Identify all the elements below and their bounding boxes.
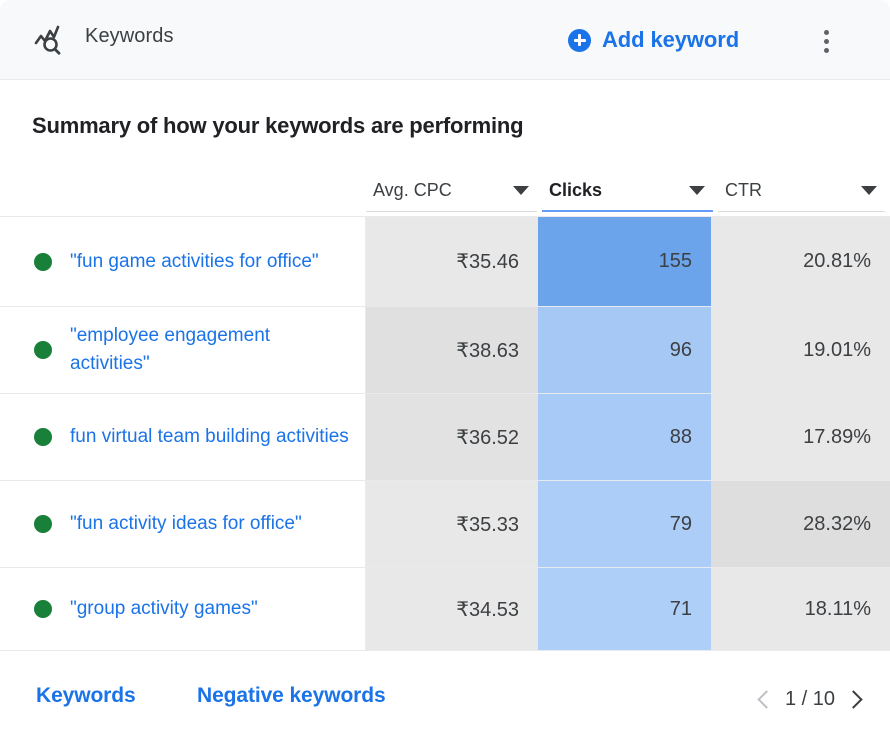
cell-avg-cpc: ₹38.63 <box>366 307 538 393</box>
column-header-avg-cpc-label: Avg. CPC <box>373 180 452 200</box>
cell-avg-cpc: ₹36.52 <box>366 394 538 480</box>
more-vert-icon[interactable] <box>817 22 835 60</box>
status-dot-icon <box>34 515 52 533</box>
status-dot-icon <box>34 428 52 446</box>
pagination: 1 / 10 <box>754 681 866 717</box>
keyword-link[interactable]: "employee engagement activities" <box>70 322 351 378</box>
keyword-link[interactable]: "group activity games" <box>70 595 258 623</box>
cell-ctr: 19.01% <box>711 307 890 393</box>
summary-title: Summary of how your keywords are perform… <box>32 113 524 138</box>
footer-link-negative-keywords[interactable]: Negative keywords <box>197 684 386 708</box>
cell-avg-cpc: ₹35.33 <box>366 481 538 567</box>
chevron-left-icon[interactable] <box>754 686 776 712</box>
keyword-insights-icon <box>30 21 68 59</box>
cell-avg-cpc: ₹34.53 <box>366 568 538 650</box>
cell-clicks: 88 <box>538 394 711 480</box>
status-dot-icon <box>34 341 52 359</box>
table-row: "fun activity ideas for office" ₹35.33 7… <box>0 480 890 567</box>
keywords-summary-card: Keywords Add keyword Summary of how your… <box>0 0 890 750</box>
add-keyword-label: Add keyword <box>602 27 740 52</box>
keyword-cell[interactable]: "fun activity ideas for office" <box>0 481 366 567</box>
keyword-cell[interactable]: "employee engagement activities" <box>0 307 366 393</box>
card-footer: Keywords Negative keywords 1 / 10 <box>0 650 890 750</box>
status-dot-icon <box>34 600 52 618</box>
cell-ctr: 17.89% <box>711 394 890 480</box>
chevron-down-icon <box>689 185 705 195</box>
table-row: "fun game activities for office" ₹35.46 … <box>0 216 890 306</box>
cell-ctr: 28.32% <box>711 481 890 567</box>
table-row: "employee engagement activities" ₹38.63 … <box>0 306 890 393</box>
add-keyword-button[interactable]: Add keyword <box>568 22 739 58</box>
keyword-link[interactable]: fun virtual team building activities <box>70 423 349 451</box>
keywords-table: "fun game activities for office" ₹35.46 … <box>0 216 890 650</box>
card-header: Keywords Add keyword <box>0 0 890 80</box>
keyword-cell[interactable]: fun virtual team building activities <box>0 394 366 480</box>
status-dot-icon <box>34 252 52 271</box>
keyword-link[interactable]: "fun game activities for office" <box>70 248 319 276</box>
column-header-clicks[interactable]: Clicks <box>542 170 713 212</box>
keyword-cell[interactable]: "fun game activities for office" <box>0 217 366 306</box>
cell-clicks: 79 <box>538 481 711 567</box>
page-title: Keywords <box>85 25 174 47</box>
column-header-ctr[interactable]: CTR <box>718 170 885 212</box>
plus-circle-icon <box>568 28 591 52</box>
column-header-avg-cpc[interactable]: Avg. CPC <box>366 170 537 212</box>
cell-clicks: 96 <box>538 307 711 393</box>
keyword-cell[interactable]: "group activity games" <box>0 568 366 650</box>
table-row: fun virtual team building activities ₹36… <box>0 393 890 480</box>
footer-link-keywords[interactable]: Keywords <box>36 684 136 708</box>
column-header-clicks-label: Clicks <box>549 179 603 200</box>
cell-ctr: 18.11% <box>711 568 890 650</box>
pagination-label: 1 / 10 <box>784 687 835 710</box>
chevron-down-icon <box>861 186 877 195</box>
cell-ctr: 20.81% <box>711 217 890 306</box>
chevron-down-icon <box>513 186 529 195</box>
cell-clicks: 155 <box>538 217 711 306</box>
chevron-right-icon[interactable] <box>844 686 866 712</box>
column-header-row: Avg. CPC Clicks CTR <box>366 170 885 214</box>
table-row: "group activity games" ₹34.53 71 18.11% <box>0 567 890 650</box>
cell-clicks: 71 <box>538 568 711 650</box>
column-header-ctr-label: CTR <box>725 180 762 200</box>
cell-avg-cpc: ₹35.46 <box>366 217 538 306</box>
keyword-link[interactable]: "fun activity ideas for office" <box>70 510 302 538</box>
